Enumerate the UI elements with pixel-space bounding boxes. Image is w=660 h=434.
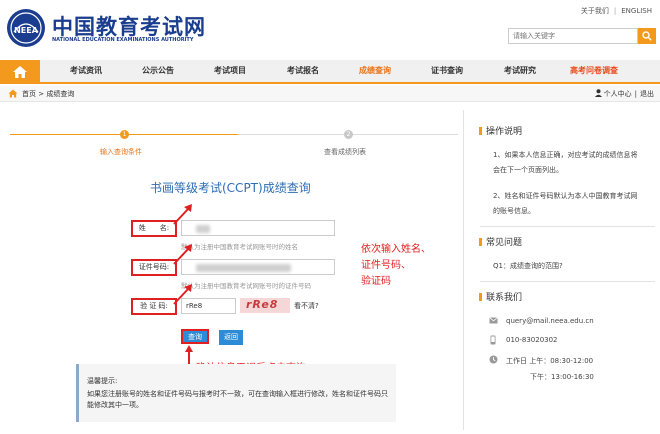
instruction-1-line-1: 1、如果本人信息正确，对应考试的成绩信息将 xyxy=(493,151,638,159)
sidebar-rule xyxy=(480,281,655,282)
contact-hours-pm: 下午：13:00-16:30 xyxy=(530,373,594,381)
neea-logo-icon[interactable]: NEEA xyxy=(6,8,46,48)
instruction-2-line-2: 的账号信息。 xyxy=(493,207,535,215)
phone-icon xyxy=(490,335,496,345)
user-icon xyxy=(594,89,602,97)
id-number-input[interactable] xyxy=(181,259,335,275)
logout-link[interactable]: 退出 xyxy=(640,90,654,98)
main-nav: 考试资讯 公示公告 考试项目 考试报名 成绩查询 证书查询 考试研究 高考问卷调… xyxy=(0,60,660,84)
nav-item-registration[interactable]: 考试报名 xyxy=(287,60,319,82)
contact-phone: 010-83020302 xyxy=(506,336,558,344)
top-links: 关于我们 | ENGLISH xyxy=(581,6,652,16)
captcha-image[interactable]: rRe8 xyxy=(240,298,290,313)
step-2-dot: 2 xyxy=(344,130,353,139)
personal-center-link[interactable]: 个人中心 xyxy=(604,90,632,98)
nav-item-certificate-query[interactable]: 证书查询 xyxy=(431,60,463,82)
id-number-hint: 默认为注册中国教育考试网账号时的证件号码 xyxy=(181,282,311,290)
field-instruction-annotation: 依次输入姓名、 证件号码、 验证码 xyxy=(361,244,431,287)
clock-icon xyxy=(489,355,498,364)
instruction-2-line-1: 2、姓名和证件号码默认为本人中国教育考试网 xyxy=(493,192,638,200)
sidebar-divider xyxy=(463,110,464,430)
nav-item-exam-projects[interactable]: 考试项目 xyxy=(214,60,246,82)
breadcrumb-text[interactable]: 首页 > 成绩查询 xyxy=(22,89,74,99)
step-2-label: 查看成绩列表 xyxy=(324,148,366,156)
captcha-image-text: rRe8 xyxy=(246,298,279,311)
about-link[interactable]: 关于我们 xyxy=(581,7,609,15)
captcha-refresh-link[interactable]: 看不清? xyxy=(294,301,319,311)
home-icon xyxy=(8,89,18,98)
page-title: 书画等级考试(CCPT)成绩查询 xyxy=(150,181,311,195)
id-number-input-blurred-value xyxy=(196,264,291,272)
user-links: 个人中心 | 退出 xyxy=(594,89,654,99)
search-icon xyxy=(642,31,652,41)
nav-item-score-query[interactable]: 成绩查询 xyxy=(359,60,391,82)
contact-email[interactable]: query@mail.neea.edu.cn xyxy=(506,317,594,325)
top-links-divider: | xyxy=(613,7,617,15)
search-input[interactable] xyxy=(508,28,638,44)
home-icon xyxy=(13,66,27,78)
tips-title: 温馨提示: xyxy=(87,377,118,385)
instruction-1-line-2: 会在下一个页面列出。 xyxy=(493,166,563,174)
step-1-label: 输入查询条件 xyxy=(100,148,142,156)
breadcrumb: 首页 > 成绩查询 个人中心 | 退出 xyxy=(0,86,660,102)
query-button[interactable]: 查询 xyxy=(181,329,209,344)
mail-icon xyxy=(489,317,498,324)
back-button[interactable]: 返回 xyxy=(219,330,243,345)
contact-title: 联系我们 xyxy=(478,290,522,303)
nav-item-gaokao-survey[interactable]: 高考问卷调查 xyxy=(570,60,618,82)
contact-hours-am: 工作日 上午：08:30-12:00 xyxy=(506,357,594,365)
faq-item-1[interactable]: Q1：成绩查询的范围? xyxy=(493,261,563,271)
user-links-divider: | xyxy=(634,90,637,98)
instructions-title: 操作说明 xyxy=(478,124,522,137)
site-header: NEEA 中国教育考试网 NATIONAL EDUCATION EXAMINAT… xyxy=(0,0,660,58)
logo-mark-text: NEEA xyxy=(14,26,39,35)
home-button[interactable] xyxy=(0,60,40,84)
nav-item-exam-research[interactable]: 考试研究 xyxy=(504,60,536,82)
nav-item-announcements[interactable]: 公示公告 xyxy=(142,60,174,82)
tips-body: 如果您注册账号的姓名和证件号码与报考时不一致，可在查询输入框进行修改，姓名和证件… xyxy=(87,390,388,409)
nav-item-exam-news[interactable]: 考试资讯 xyxy=(70,60,102,82)
site-logo-subtitle: NATIONAL EDUCATION EXAMINATIONS AUTHORIT… xyxy=(52,37,194,43)
english-link[interactable]: ENGLISH xyxy=(621,7,652,15)
step-1-dot: 1 xyxy=(120,130,129,139)
name-input[interactable] xyxy=(181,220,335,236)
tips-box: 温馨提示: 如果您注册账号的姓名和证件号码与报考时不一致，可在查询输入框进行修改… xyxy=(76,364,396,422)
faq-title: 常见问题 xyxy=(478,235,522,248)
search-button[interactable] xyxy=(638,28,656,44)
sidebar-rule xyxy=(480,226,655,227)
annotation-arrows xyxy=(173,204,192,305)
